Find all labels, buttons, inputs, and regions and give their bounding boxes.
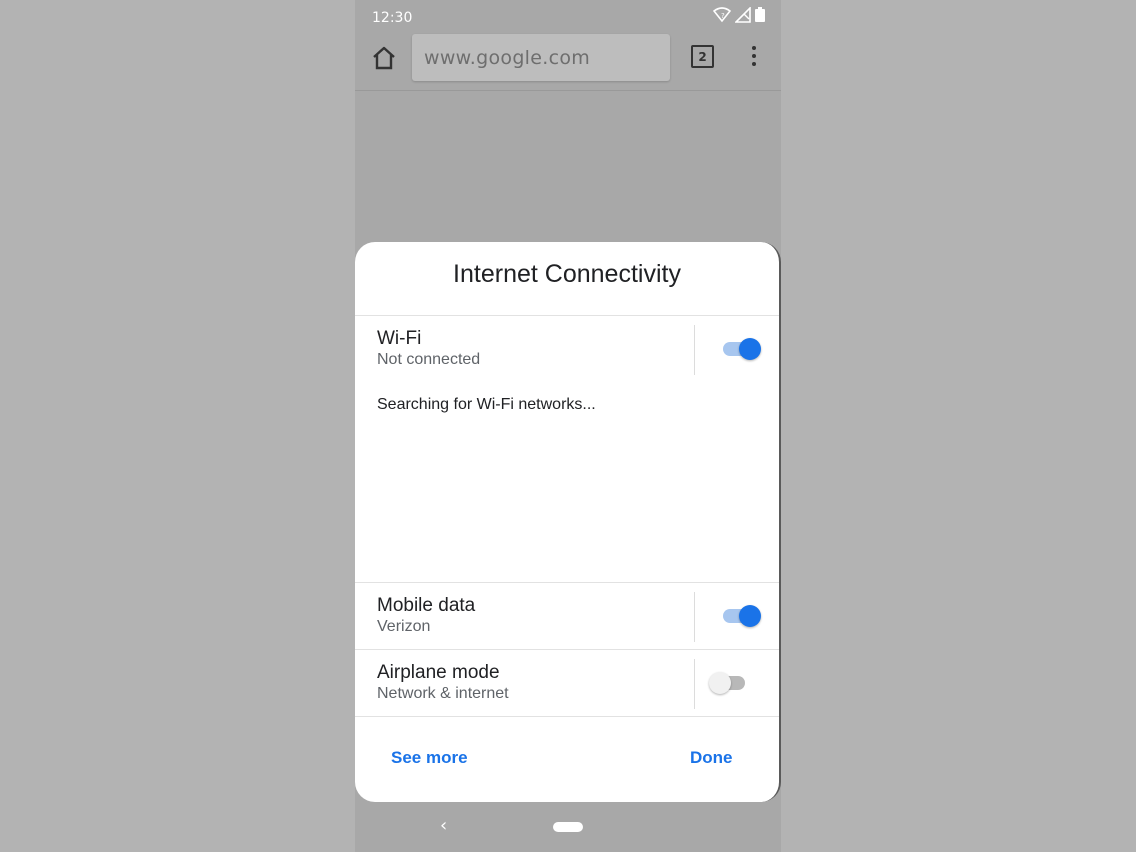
phone-screen: 12:30 ? www.google.com 2 Internet Connec… [355, 0, 781, 852]
url-bar[interactable]: www.google.com [412, 34, 670, 81]
tab-count: 2 [698, 49, 707, 64]
wifi-icon: ? [712, 7, 732, 27]
battery-icon [755, 7, 765, 27]
wifi-title: Wi-Fi [377, 328, 422, 349]
system-nav-bar: ‹ [355, 804, 781, 852]
status-time: 12:30 [372, 10, 413, 26]
more-vert-icon[interactable] [743, 46, 765, 70]
divider [355, 582, 779, 583]
divider [694, 325, 695, 375]
panel-title: Internet Connectivity [453, 260, 681, 288]
airplane-mode-toggle[interactable] [709, 670, 753, 696]
home-pill-icon[interactable] [553, 822, 583, 832]
divider [694, 659, 695, 709]
divider [355, 649, 779, 650]
internet-connectivity-panel: Internet Connectivity Wi-Fi Not connecte… [355, 242, 781, 802]
tab-switcher-button[interactable]: 2 [691, 45, 714, 68]
back-icon[interactable]: ‹ [440, 815, 447, 836]
status-bar: 12:30 ? [355, 0, 781, 34]
divider [355, 315, 779, 316]
mobile-data-title: Mobile data [377, 595, 476, 616]
wifi-status-text: Searching for Wi-Fi networks... [377, 396, 596, 413]
wifi-toggle[interactable] [719, 336, 763, 362]
home-icon[interactable] [369, 43, 399, 73]
divider [694, 592, 695, 642]
airplane-mode-title: Airplane mode [377, 662, 500, 683]
mobile-data-subtitle: Verizon [377, 618, 431, 635]
mobile-data-toggle[interactable] [719, 603, 763, 629]
url-text: www.google.com [424, 47, 591, 69]
browser-toolbar: www.google.com 2 [355, 34, 781, 91]
done-button[interactable]: Done [690, 748, 733, 768]
signal-icon [734, 6, 751, 27]
status-icons: ? [712, 6, 765, 27]
wifi-subtitle: Not connected [377, 351, 481, 368]
divider [355, 716, 779, 717]
airplane-mode-subtitle: Network & internet [377, 685, 509, 702]
see-more-button[interactable]: See more [391, 748, 468, 768]
svg-text:?: ? [721, 12, 725, 20]
